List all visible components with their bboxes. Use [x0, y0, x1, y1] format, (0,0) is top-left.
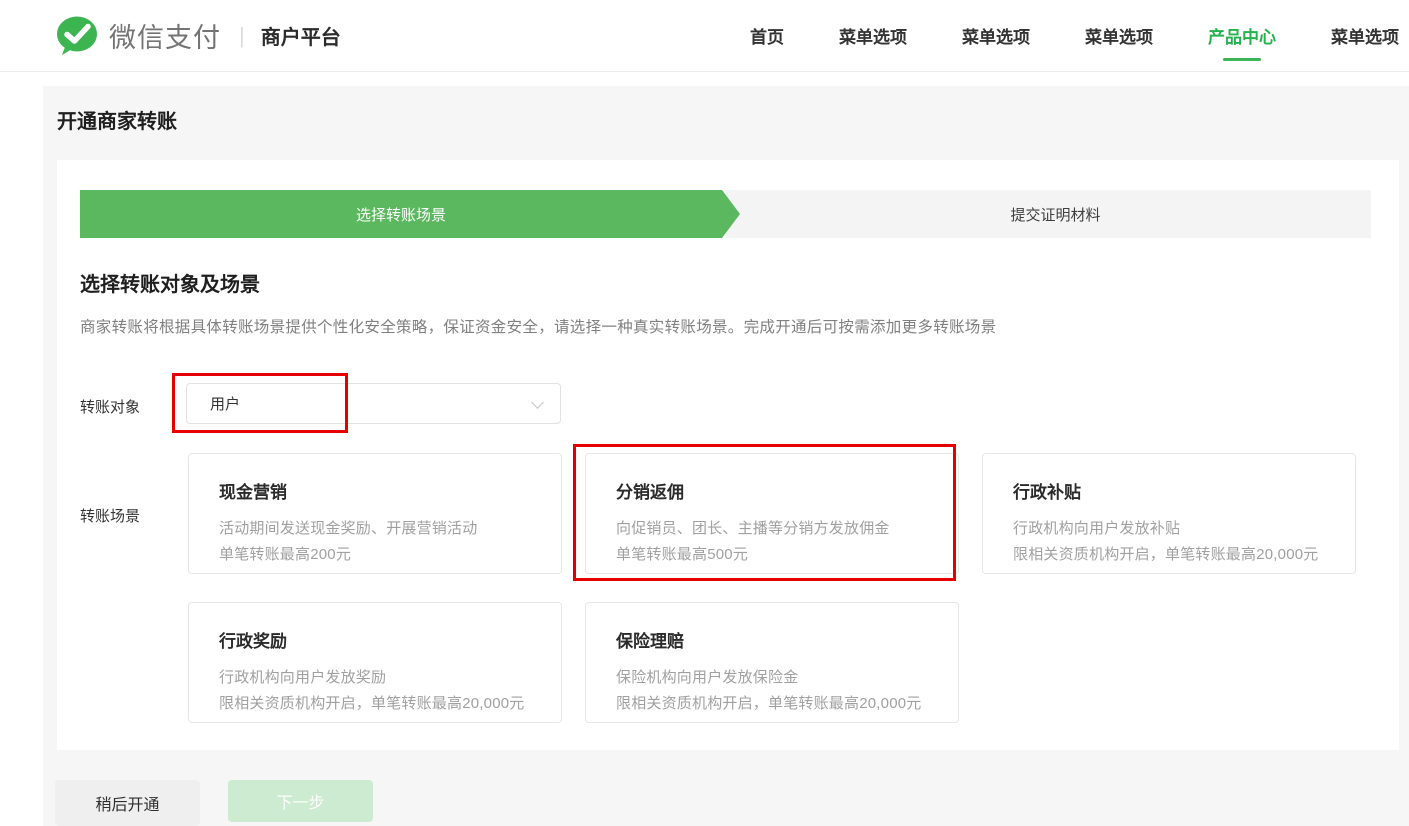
wechat-pay-logo[interactable]: 微信支付 | 商户平台: [55, 16, 341, 56]
step-submit-materials: 提交证明材料: [726, 190, 1371, 238]
brand-name: 微信支付: [109, 16, 221, 55]
scene-card-limit: 限相关资质机构开启，单笔转账最高20,000元: [219, 691, 561, 717]
step-label: 选择转账场景: [356, 204, 446, 225]
scene-card-insurance-claim[interactable]: 保险理赔 保险机构向用户发放保险金 限相关资质机构开启，单笔转账最高20,000…: [585, 602, 959, 723]
section-description: 商家转账将根据具体转账场景提供个性化安全策略，保证资金安全，请选择一种真实转账场…: [80, 315, 996, 337]
scene-card-distribution-commission[interactable]: 分销返佣 向促销员、团长、主播等分销方发放佣金 单笔转账最高500元: [585, 453, 959, 574]
chevron-down-icon: [533, 398, 543, 408]
nav-item-home[interactable]: 首页: [750, 0, 784, 71]
step-label: 提交证明材料: [1010, 204, 1100, 225]
active-nav-underline: [1223, 58, 1261, 61]
nav-item-menu-3[interactable]: 菜单选项: [1085, 0, 1153, 71]
page-title: 开通商家转账: [57, 105, 177, 134]
scene-card-limit: 限相关资质机构开启，单笔转账最高20,000元: [1013, 542, 1355, 568]
nav-item-menu-2[interactable]: 菜单选项: [962, 0, 1030, 71]
nav-item-product-center[interactable]: 产品中心: [1208, 0, 1276, 71]
nav-item-label: 产品中心: [1208, 23, 1276, 48]
next-step-button[interactable]: 下一步: [228, 780, 373, 822]
scene-card-title: 保险理赔: [616, 627, 958, 652]
main-card: 选择转账场景 提交证明材料 选择转账对象及场景 商家转账将根据具体转账场景提供个…: [57, 160, 1399, 750]
product-name: 商户平台: [261, 21, 341, 50]
wechat-bubble-icon: [55, 16, 99, 56]
main-nav: 首页 菜单选项 菜单选项 菜单选项 产品中心 菜单选项: [750, 0, 1409, 71]
transfer-target-label: 转账对象: [80, 396, 140, 417]
scene-card-title: 分销返佣: [616, 478, 958, 503]
progress-steps: 选择转账场景 提交证明材料: [80, 190, 1371, 238]
scene-card-desc: 向促销员、团长、主播等分销方发放佣金: [616, 516, 958, 542]
scene-card-limit: 单笔转账最高500元: [616, 542, 958, 568]
nav-item-menu-4[interactable]: 菜单选项: [1331, 0, 1399, 71]
section-title: 选择转账对象及场景: [80, 268, 260, 297]
scene-card-admin-subsidy[interactable]: 行政补贴 行政机构向用户发放补贴 限相关资质机构开启，单笔转账最高20,000元: [982, 453, 1356, 574]
scene-card-title: 行政奖励: [219, 627, 561, 652]
scene-card-desc: 行政机构向用户发放补贴: [1013, 516, 1355, 542]
content-panel: 开通商家转账 选择转账场景 提交证明材料 选择转账对象及场景 商家转账将根据具体…: [43, 86, 1409, 826]
top-header: 微信支付 | 商户平台 首页 菜单选项 菜单选项 菜单选项 产品中心 菜单选项: [0, 0, 1409, 72]
open-later-button[interactable]: 稍后开通: [55, 780, 200, 826]
nav-item-menu-1[interactable]: 菜单选项: [839, 0, 907, 71]
scene-card-limit: 单笔转账最高200元: [219, 542, 561, 568]
footer-actions: 稍后开通 下一步: [55, 780, 373, 826]
transfer-scene-label: 转账场景: [80, 505, 140, 526]
scene-card-title: 行政补贴: [1013, 478, 1355, 503]
scene-card-desc: 活动期间发送现金奖励、开展营销活动: [219, 516, 561, 542]
step-choose-scene: 选择转账场景: [80, 190, 740, 238]
scene-card-desc: 保险机构向用户发放保险金: [616, 665, 958, 691]
logo-divider: |: [239, 23, 245, 49]
scene-card-cash-marketing[interactable]: 现金营销 活动期间发送现金奖励、开展营销活动 单笔转账最高200元: [188, 453, 562, 574]
scene-card-limit: 限相关资质机构开启，单笔转账最高20,000元: [616, 691, 958, 717]
scene-card-desc: 行政机构向用户发放奖励: [219, 665, 561, 691]
transfer-target-select[interactable]: 用户: [186, 383, 561, 424]
scene-card-admin-reward[interactable]: 行政奖励 行政机构向用户发放奖励 限相关资质机构开启，单笔转账最高20,000元: [188, 602, 562, 723]
scene-card-title: 现金营销: [219, 478, 561, 503]
scene-card-grid: 现金营销 活动期间发送现金奖励、开展营销活动 单笔转账最高200元 分销返佣 向…: [188, 453, 1368, 723]
select-value: 用户: [210, 393, 240, 414]
